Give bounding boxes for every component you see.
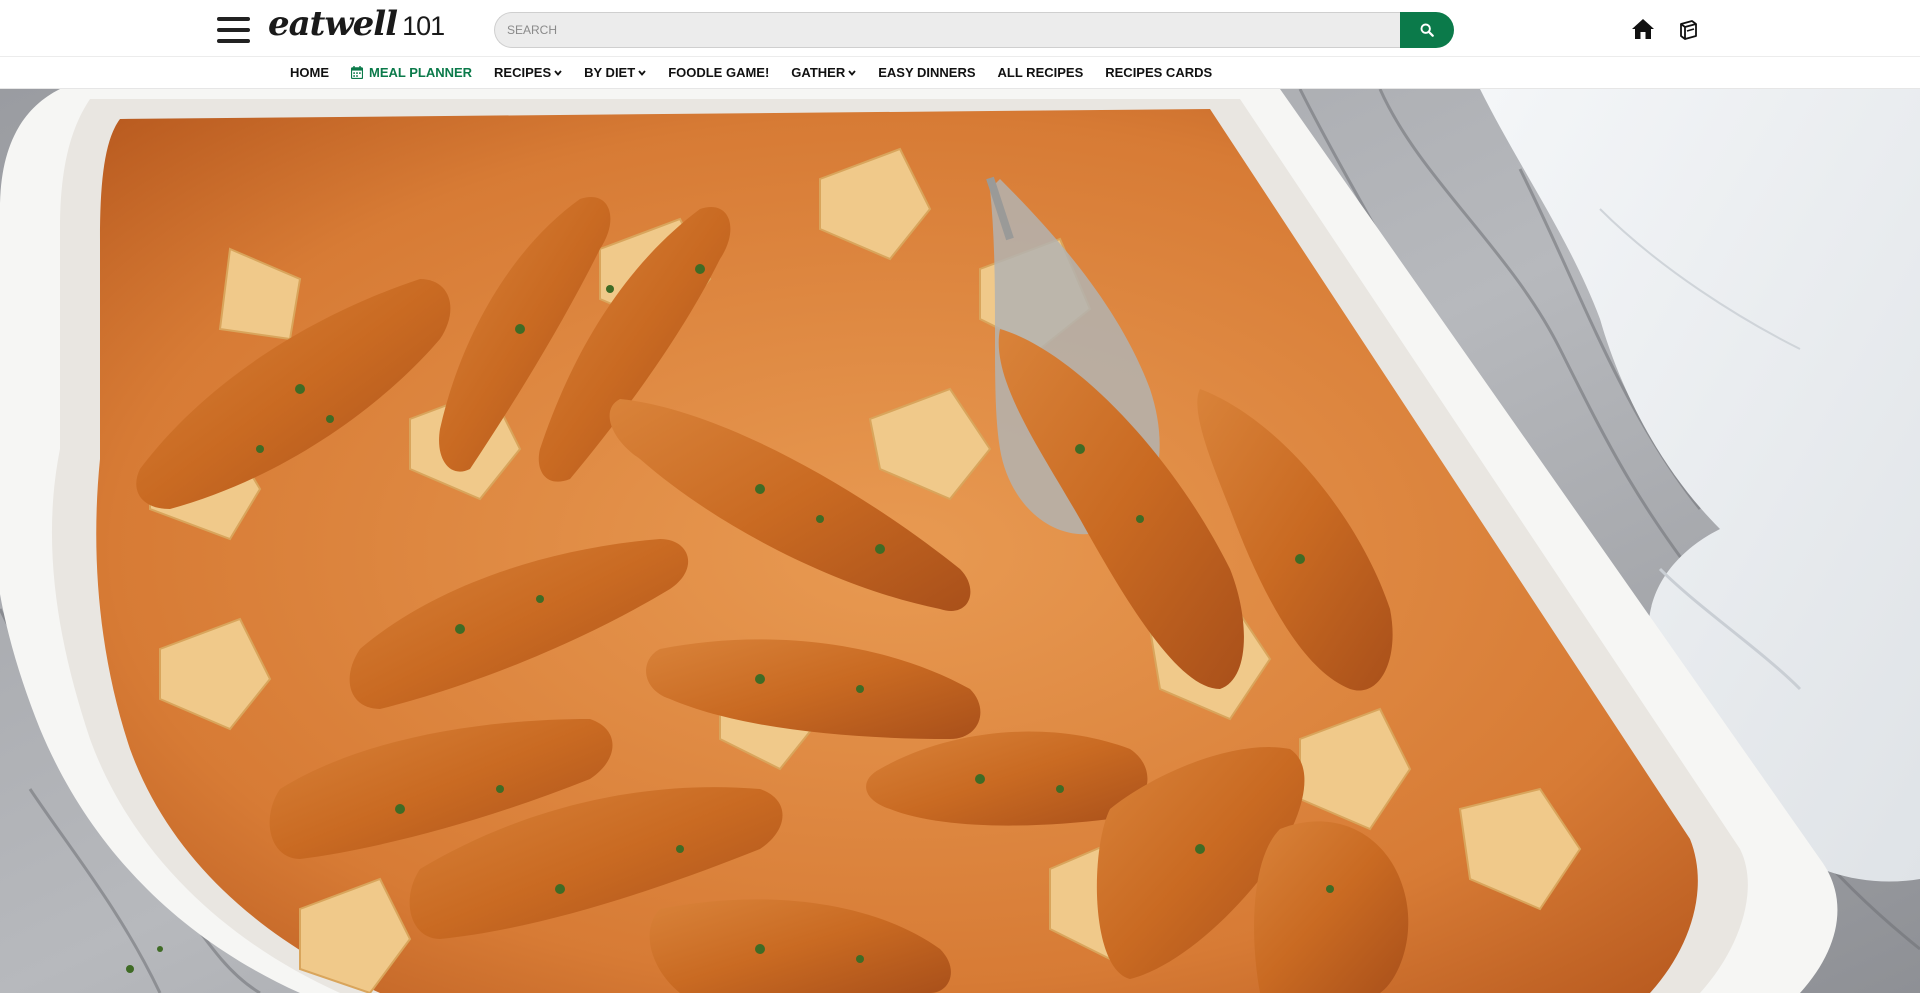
nav-label: RECIPES CARDS [1105, 65, 1213, 80]
nav-label: ALL RECIPES [997, 65, 1084, 80]
nav-item-recipes-cards[interactable]: RECIPES CARDS [1105, 65, 1212, 80]
search-bar [494, 12, 1454, 48]
nav-label: HOME [290, 65, 329, 80]
hero-image [0, 89, 1920, 993]
site-header: eatwell 101 [0, 0, 1920, 57]
search-button[interactable] [1400, 12, 1454, 48]
chevron-down-icon [554, 69, 562, 76]
nav-list: HOME MEAL PLANNER RECIPES BY DIET FOODLE… [290, 57, 1234, 88]
search-input[interactable] [494, 12, 1400, 48]
chevron-down-icon [638, 69, 646, 76]
nav-item-home[interactable]: HOME [290, 65, 329, 80]
nav-label: GATHER [791, 65, 846, 80]
chevron-down-icon [848, 69, 856, 76]
nav-item-by-diet[interactable]: BY DIET [584, 65, 646, 80]
nav-label: RECIPES [494, 65, 552, 80]
search-icon [1420, 23, 1434, 37]
hamburger-menu-icon[interactable] [217, 17, 250, 43]
recipe-box-icon [1680, 20, 1697, 40]
hero-photo [0, 89, 1920, 993]
nav-item-easy-dinners[interactable]: EASY DINNERS [878, 65, 975, 80]
calendar-icon [351, 66, 363, 79]
logo-number: 101 [402, 11, 445, 41]
site-logo[interactable]: eatwell 101 [268, 4, 445, 52]
nav-label: EASY DINNERS [878, 65, 976, 80]
nav-item-gather[interactable]: GATHER [791, 65, 856, 80]
nav-label: FOODLE GAME! [668, 65, 770, 80]
home-icon [1632, 19, 1654, 39]
main-nav: HOME MEAL PLANNER RECIPES BY DIET FOODLE… [0, 57, 1920, 89]
nav-label: MEAL PLANNER [369, 65, 473, 80]
nav-label: BY DIET [584, 65, 636, 80]
home-button[interactable] [1629, 15, 1657, 43]
logo-word: eatwell [268, 4, 398, 44]
nav-item-foodle-game[interactable]: FOODLE GAME! [668, 65, 769, 80]
recipe-box-button[interactable] [1674, 15, 1702, 43]
nav-item-recipes[interactable]: RECIPES [494, 65, 562, 80]
nav-item-all-recipes[interactable]: ALL RECIPES [998, 65, 1084, 80]
nav-item-meal-planner[interactable]: MEAL PLANNER [351, 65, 472, 80]
